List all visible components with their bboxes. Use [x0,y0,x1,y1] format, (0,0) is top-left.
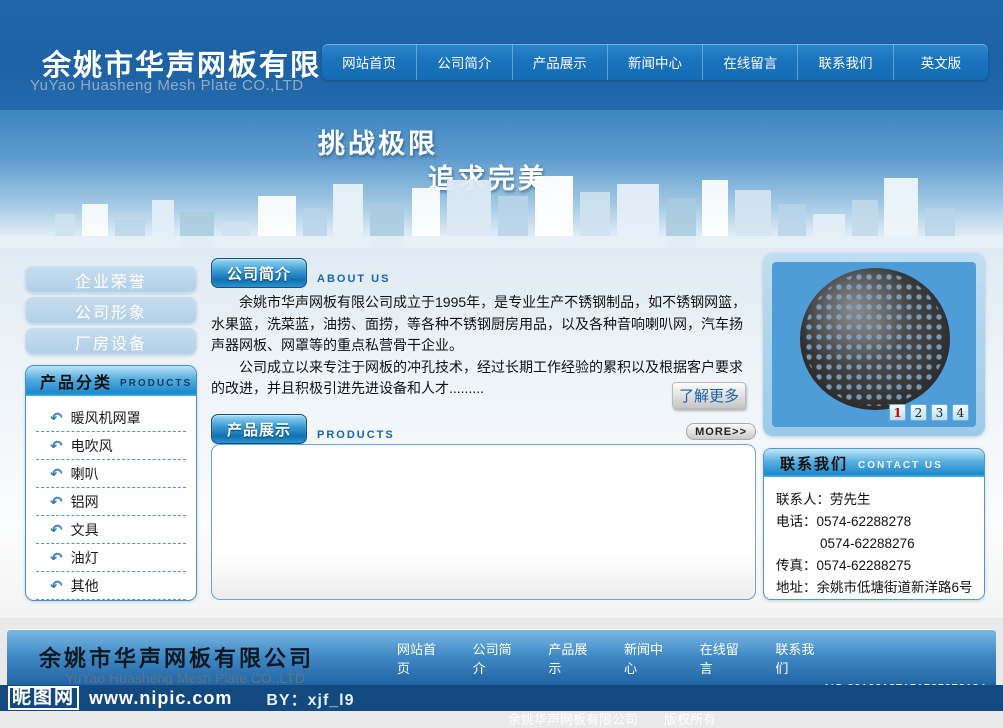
pager-button-3[interactable]: 3 [931,404,948,421]
products-display-box [211,444,756,600]
footer-link-about[interactable]: 公司简介 [473,639,525,677]
main-navbar: 网站首页 公司简介 产品展示 新闻中心 在线留言 联系我们 英文版 [322,44,988,80]
product-category-header: 产品分类 PRODUCTS [26,366,196,396]
pager-button-4[interactable]: 4 [952,404,969,421]
product-category-subtitle: PRODUCTS [120,378,192,389]
category-item-speaker[interactable]: ↶ 喇叭 [36,460,186,488]
city-skyline-illustration [0,170,1003,248]
sidebar-button-company-image[interactable]: 公司形象 [25,297,197,324]
footer-link-message[interactable]: 在线留言 [700,639,752,677]
about-section-header: 公司简介 ABOUT US [211,254,756,288]
product-category-title: 产品分类 [40,369,112,393]
contact-phone-1: 电话：0574-62288278 [776,511,976,533]
about-tab[interactable]: 公司简介 [211,258,307,288]
nav-item-home[interactable]: 网站首页 [322,44,416,80]
contact-fax: 传真：0574-62288275 [776,555,976,577]
category-label: 暖风机网罩 [71,408,141,428]
footer-company-cn: 余姚市华声网板有限公司 [39,641,314,673]
product-category-panel: 产品分类 PRODUCTS ↶ 暖风机网罩 ↶ 电吹风 ↶ 喇叭 ↶ 铝网 ↶ 文具 ↶ 油… [25,365,197,601]
product-image-panel: 1 2 3 4 [763,253,985,436]
category-label: 文具 [71,520,99,540]
curved-arrow-icon: ↶ [50,521,63,539]
footer-link-products[interactable]: 产品展示 [548,639,600,677]
sidebar: 企业荣誉 公司形象 厂房设备 产品分类 PRODUCTS ↶ 暖风机网罩 ↶ 电吹风… [25,248,197,618]
footer-link-news[interactable]: 新闻中心 [624,639,676,677]
sidebar-button-factory[interactable]: 厂房设备 [25,328,197,355]
contact-panel: 联系我们 CONTACT US 联系人：劳先生 电话：0574-62288278… [763,448,985,600]
watermark-site-url: www.nipic.com [89,688,232,709]
learn-more-button[interactable]: 了解更多 [672,382,746,409]
footer-link-contact[interactable]: 联系我们 [775,639,827,677]
pager-button-1[interactable]: 1 [889,404,906,421]
category-label: 其他 [71,576,99,596]
contact-details: 联系人：劳先生 电话：0574-62288278 0574-62288276 传… [764,477,984,599]
watermark-author: BY：xjf_l9 [266,686,354,710]
product-image[interactable]: 1 2 3 4 [772,262,976,427]
company-logo-en: YuYao Huasheng Mesh Plate CO.,LTD [30,77,304,94]
footer-company-en: YuYao Huasheng Mesh Plate CO.,LTD [65,670,305,686]
category-label: 喇叭 [71,464,99,484]
page: 余姚市华声网板有限公司 YuYao Huasheng Mesh Plate CO… [0,0,1003,711]
curved-arrow-icon: ↶ [50,409,63,427]
center-column: 公司简介 ABOUT US 余姚市华声网板有限公司成立于1995年，是专业生产不… [211,248,756,618]
category-item-aluminum-mesh[interactable]: ↶ 铝网 [36,488,186,516]
footer-copyright: 余姚华声网板有限公司 版权所有 [397,709,827,728]
contact-person: 联系人：劳先生 [776,489,976,511]
contact-address: 地址：余姚市低塘街道新洋路6号 [776,577,976,599]
nav-item-products[interactable]: 产品展示 [512,44,607,80]
nav-item-contact[interactable]: 联系我们 [797,44,892,80]
category-label: 电吹风 [71,436,113,456]
footer-links: 网站首页 公司简介 产品展示 新闻中心 在线留言 联系我们 [397,639,827,677]
category-item-hairdryer[interactable]: ↶ 电吹风 [36,432,186,460]
category-item-stationery[interactable]: ↶ 文具 [36,516,186,544]
mesh-dots-texture [804,272,946,406]
category-label: 油灯 [71,548,99,568]
products-tab[interactable]: 产品展示 [211,414,307,444]
category-label: 铝网 [71,492,99,512]
curved-arrow-icon: ↶ [50,577,63,595]
contact-header: 联系我们 CONTACT US [764,449,984,477]
nav-item-message[interactable]: 在线留言 [702,44,797,80]
right-column: 1 2 3 4 联系我们 CONTACT US 联系人：劳先生 电话：0574-… [763,248,985,618]
category-item-heater-mesh[interactable]: ↶ 暖风机网罩 [36,404,186,432]
curved-arrow-icon: ↶ [50,465,63,483]
contact-subtitle: CONTACT US [858,460,943,471]
products-subtitle: PRODUCTS [317,429,395,441]
main-content: 企业荣誉 公司形象 厂房设备 产品分类 PRODUCTS ↶ 暖风机网罩 ↶ 电吹风… [0,248,1003,618]
products-section-header: 产品展示 PRODUCTS MORE>> [211,410,756,444]
nav-item-about[interactable]: 公司简介 [416,44,511,80]
intro-paragraph-1: 余姚市华声网板有限公司成立于1995年，是专业生产不锈钢制品，如不锈钢网篮，水果… [211,292,756,357]
watermark-site-name: 昵图网 [8,686,79,710]
pager-button-2[interactable]: 2 [910,404,927,421]
curved-arrow-icon: ↶ [50,493,63,511]
footer-link-home[interactable]: 网站首页 [397,639,449,677]
image-pager: 1 2 3 4 [889,404,969,421]
banner-slogan-line1: 挑战极限 [318,122,438,161]
watermark-strip: 昵图网 www.nipic.com BY：xjf_l9 [0,685,1003,711]
footer-info: 网站首页 公司简介 产品展示 新闻中心 在线留言 联系我们 电话：0574-62… [397,639,827,728]
hero-banner: 挑战极限 追求完美 [0,110,1003,248]
about-subtitle: ABOUT US [317,273,390,285]
mesh-grille-product-photo [800,268,950,410]
sidebar-button-honors[interactable]: 企业荣誉 [25,266,197,293]
curved-arrow-icon: ↶ [50,437,63,455]
curved-arrow-icon: ↶ [50,549,63,567]
contact-title: 联系我们 [780,453,848,474]
nav-item-english[interactable]: 英文版 [893,44,988,80]
product-category-list: ↶ 暖风机网罩 ↶ 电吹风 ↶ 喇叭 ↶ 铝网 ↶ 文具 ↶ 油灯 ↶ 其他 [26,396,196,600]
contact-phone-2: 0574-62288276 [776,533,976,555]
more-button[interactable]: MORE>> [686,423,756,440]
nav-item-news[interactable]: 新闻中心 [607,44,702,80]
category-item-other[interactable]: ↶ 其他 [36,572,186,600]
header: 余姚市华声网板有限公司 YuYao Huasheng Mesh Plate CO… [0,0,1003,110]
category-item-oil-lamp[interactable]: ↶ 油灯 [36,544,186,572]
